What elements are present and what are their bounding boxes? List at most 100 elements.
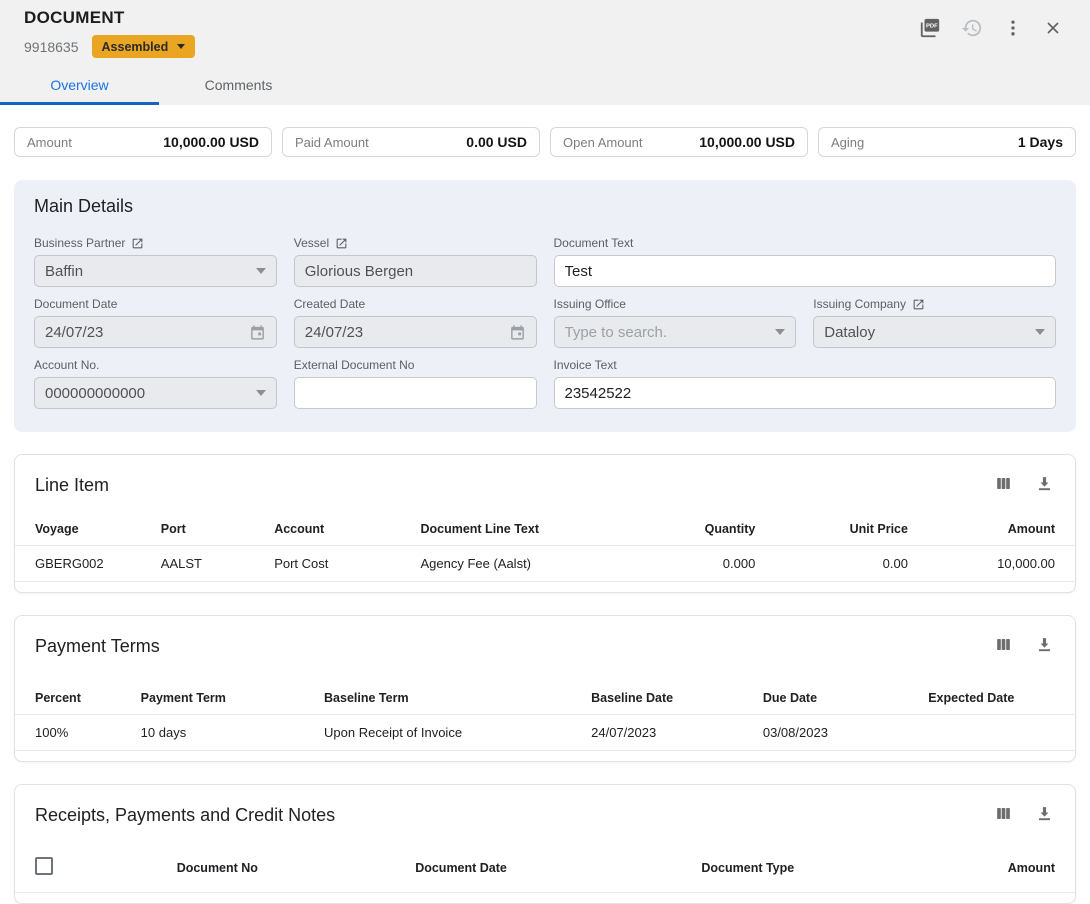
columns-icon xyxy=(994,804,1013,826)
download-icon xyxy=(1035,474,1054,496)
account-no-label: Account No. xyxy=(34,358,99,372)
columns-icon xyxy=(994,474,1013,496)
issuing-company-field: Issuing Company Dataloy xyxy=(813,297,1056,348)
vessel-input: Glorious Bergen xyxy=(294,255,537,287)
download-icon xyxy=(1035,635,1054,657)
calendar-icon xyxy=(249,324,266,341)
account-no-select: 000000000000 xyxy=(34,377,277,409)
external-document-no-input[interactable] xyxy=(294,377,537,409)
dropdown-caret-icon xyxy=(1035,329,1045,335)
summary-value: 10,000.00 USD xyxy=(163,134,259,150)
document-text-label: Document Text xyxy=(554,236,634,250)
summary-label: Paid Amount xyxy=(295,135,369,150)
close-button[interactable] xyxy=(1040,15,1066,44)
external-link-icon[interactable] xyxy=(335,237,348,250)
receipts-heading: Receipts, Payments and Credit Notes xyxy=(35,805,335,826)
summary-card-amount: Amount 10,000.00 USD xyxy=(14,127,272,157)
download-button[interactable] xyxy=(1032,801,1057,829)
business-partner-field: Business Partner Baffin xyxy=(34,236,277,287)
history-icon xyxy=(961,17,983,42)
download-button[interactable] xyxy=(1032,471,1057,499)
topbar: DOCUMENT 9918635 Assembled PDF xyxy=(0,0,1090,105)
dropdown-caret-icon xyxy=(256,268,266,274)
receipts-header-row: Document No Document Date Document Type … xyxy=(15,843,1075,893)
created-date-label: Created Date xyxy=(294,297,365,311)
kebab-menu-icon xyxy=(1003,18,1023,41)
chevron-down-icon xyxy=(177,44,185,49)
account-no-field: Account No. 000000000000 xyxy=(34,358,277,409)
created-date-field: Created Date 24/07/23 xyxy=(294,297,537,348)
pdf-icon: PDF xyxy=(919,17,941,42)
summary-value: 10,000.00 USD xyxy=(699,134,795,150)
more-menu-button[interactable] xyxy=(1000,15,1026,44)
external-document-no-field: External Document No xyxy=(294,358,537,409)
main-details-section: Main Details Business Partner Baffin Ves… xyxy=(14,180,1076,432)
issuing-office-select: Type to search. xyxy=(554,316,797,348)
document-date-label: Document Date xyxy=(34,297,117,311)
title-block: DOCUMENT 9918635 Assembled xyxy=(24,8,195,58)
external-link-icon[interactable] xyxy=(131,237,144,250)
columns-icon xyxy=(994,635,1013,657)
invoice-text-input[interactable] xyxy=(554,377,1057,409)
payment-terms-section: Payment Terms xyxy=(14,615,1076,762)
select-all-checkbox[interactable] xyxy=(35,857,53,875)
document-text-field: Document Text xyxy=(554,236,1057,287)
main-details-heading: Main Details xyxy=(34,196,1056,217)
close-icon xyxy=(1043,18,1063,41)
payment-terms-heading: Payment Terms xyxy=(35,636,160,657)
created-date-input: 24/07/23 xyxy=(294,316,537,348)
download-icon xyxy=(1035,804,1054,826)
dropdown-caret-icon xyxy=(256,390,266,396)
summary-card-open-amount: Open Amount 10,000.00 USD xyxy=(550,127,808,157)
summary-card-paid-amount: Paid Amount 0.00 USD xyxy=(282,127,540,157)
external-link-icon[interactable] xyxy=(912,298,925,311)
document-text-input[interactable] xyxy=(554,255,1057,287)
summary-value: 0.00 USD xyxy=(466,134,527,150)
issuing-office-placeholder: Type to search. xyxy=(565,324,776,341)
pdf-export-button[interactable]: PDF xyxy=(916,14,944,45)
external-document-no-label: External Document No xyxy=(294,358,415,372)
summary-label: Aging xyxy=(831,135,864,150)
summary-row: Amount 10,000.00 USD Paid Amount 0.00 US… xyxy=(14,127,1076,157)
download-button[interactable] xyxy=(1032,632,1057,660)
invoice-text-field: Invoice Text xyxy=(554,358,1057,409)
issuing-company-label: Issuing Company xyxy=(813,297,906,311)
summary-card-aging: Aging 1 Days xyxy=(818,127,1076,157)
tab-overview[interactable]: Overview xyxy=(0,67,159,105)
line-item-table: Voyage Port Account Document Line Text Q… xyxy=(15,513,1075,582)
status-badge-dropdown[interactable]: Assembled xyxy=(92,35,196,58)
document-number: 9918635 xyxy=(24,39,79,55)
dropdown-caret-icon xyxy=(775,329,785,335)
calendar-icon xyxy=(509,324,526,341)
payment-terms-row: 100% 10 days Upon Receipt of Invoice 24/… xyxy=(15,715,1075,751)
receipts-section: Receipts, Payments and Credit Notes xyxy=(14,784,1076,904)
column-settings-button[interactable] xyxy=(991,801,1016,829)
line-item-row: GBERG002 AALST Port Cost Agency Fee (Aal… xyxy=(15,546,1075,582)
issuing-office-label: Issuing Office xyxy=(554,297,626,311)
status-badge-label: Assembled xyxy=(102,40,169,54)
column-settings-button[interactable] xyxy=(991,632,1016,660)
line-item-section: Line Item Vo xyxy=(14,454,1076,593)
history-button[interactable] xyxy=(958,14,986,45)
summary-label: Amount xyxy=(27,135,72,150)
issuing-office-field: Issuing Office Type to search. xyxy=(554,297,797,348)
issuing-company-select: Dataloy xyxy=(813,316,1056,348)
tab-comments[interactable]: Comments xyxy=(159,67,318,105)
business-partner-label: Business Partner xyxy=(34,236,125,250)
summary-value: 1 Days xyxy=(1018,134,1063,150)
column-settings-button[interactable] xyxy=(991,471,1016,499)
vessel-label: Vessel xyxy=(294,236,329,250)
invoice-text-label: Invoice Text xyxy=(554,358,617,372)
vessel-field: Vessel Glorious Bergen xyxy=(294,236,537,287)
svg-text:PDF: PDF xyxy=(926,24,938,30)
business-partner-select: Baffin xyxy=(34,255,277,287)
payment-terms-header-row: Percent Payment Term Baseline Term Basel… xyxy=(15,682,1075,715)
document-date-field: Document Date 24/07/23 xyxy=(34,297,277,348)
line-item-header-row: Voyage Port Account Document Line Text Q… xyxy=(15,513,1075,546)
overview-content: Amount 10,000.00 USD Paid Amount 0.00 US… xyxy=(0,105,1090,904)
summary-label: Open Amount xyxy=(563,135,643,150)
document-date-input: 24/07/23 xyxy=(34,316,277,348)
line-item-heading: Line Item xyxy=(35,475,109,496)
page-title: DOCUMENT xyxy=(24,8,195,28)
payment-terms-table: Percent Payment Term Baseline Term Basel… xyxy=(15,682,1075,751)
